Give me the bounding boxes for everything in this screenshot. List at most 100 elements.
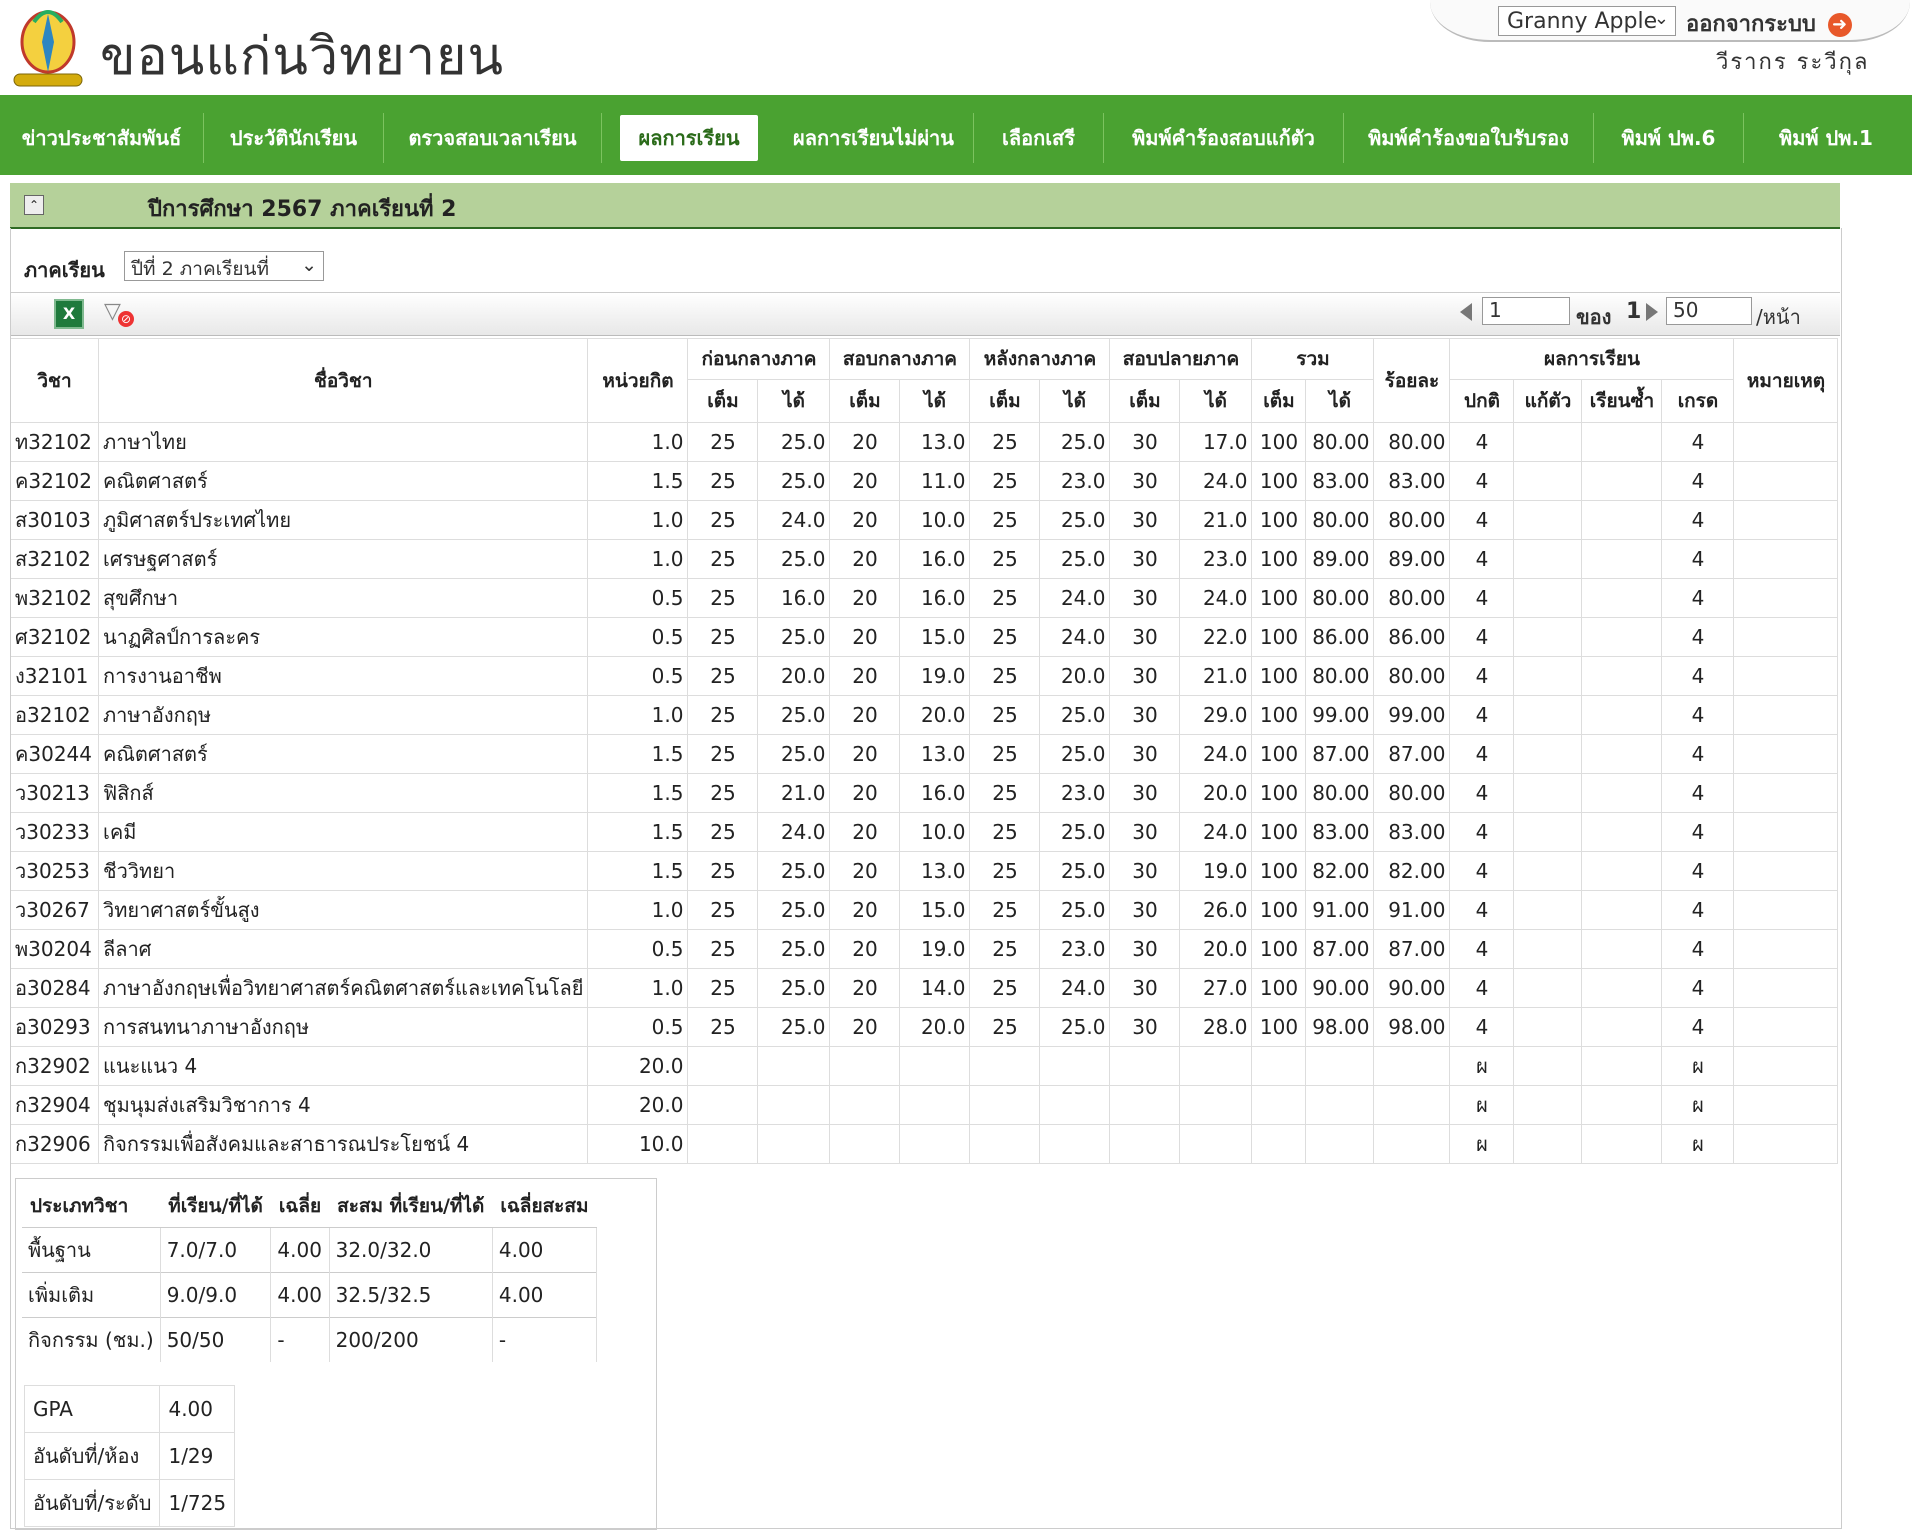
- table-cell: 25.0: [757, 1007, 831, 1047]
- nav-item-grades[interactable]: ผลการเรียน: [620, 115, 758, 161]
- main-nav: ข่าวประชาสัมพันธ์ ประวัตินักเรียน ตรวจสอ…: [0, 95, 1912, 175]
- nav-item-profile[interactable]: ประวัตินักเรียน: [204, 113, 384, 163]
- table-cell: 25: [969, 578, 1041, 618]
- page-input[interactable]: 1: [1482, 297, 1570, 325]
- table-row: ว30213 ฟิสิกส์ 1.5 25 21.0 20 16.0 25 23.0 30 20.0…: [10, 773, 1839, 813]
- table-cell: ภาษาไทย: [97, 422, 589, 462]
- col-full: เต็ม: [829, 379, 901, 423]
- excel-export-icon[interactable]: X: [54, 299, 84, 329]
- logout-button[interactable]: ออกจากระบบ ➜: [1686, 6, 1852, 41]
- table-cell: อ32102: [10, 695, 99, 735]
- collapse-icon[interactable]: ⌃: [24, 195, 44, 215]
- table-cell: 100: [1251, 422, 1307, 462]
- table-cell: 23.0: [1039, 929, 1111, 969]
- nav-item-print-certificate[interactable]: พิมพ์คำร้องขอใบรับรอง: [1344, 113, 1594, 163]
- table-cell: 25: [687, 1007, 759, 1047]
- table-cell: [1733, 1085, 1839, 1125]
- table-cell: 24.0: [1039, 617, 1111, 657]
- table-cell: 25: [969, 968, 1041, 1008]
- table-cell: [1581, 1007, 1663, 1047]
- table-cell: [1733, 734, 1839, 774]
- nav-item-print-pp1[interactable]: พิมพ์ ปพ.1: [1744, 113, 1908, 163]
- table-cell: 4: [1661, 422, 1735, 462]
- table-cell: [1733, 968, 1839, 1008]
- table-cell: 25.0: [757, 734, 831, 774]
- table-cell: [1581, 734, 1663, 774]
- table-cell: ค30244: [10, 734, 99, 774]
- col-percent: ร้อยละ: [1373, 338, 1451, 423]
- table-cell: [1039, 1085, 1111, 1125]
- col-mid: สอบกลางภาค: [829, 338, 971, 380]
- nav-item-electives[interactable]: เลือกเสรี: [974, 113, 1104, 163]
- table-cell: 99.00: [1373, 695, 1451, 735]
- page-size-input[interactable]: 50: [1666, 297, 1752, 325]
- table-cell: 90.00: [1305, 968, 1375, 1008]
- table-cell: ผ: [1449, 1046, 1515, 1086]
- table-cell: 1.0: [587, 539, 689, 579]
- table-cell: 30: [1109, 929, 1181, 969]
- table-cell: [687, 1085, 759, 1125]
- table-cell: [1179, 1046, 1253, 1086]
- gpa-table: GPA 4.00 อันดับที่/ห้อง 1/29 อันดับที่/ระดับ…: [23, 1385, 236, 1527]
- table-cell: [1513, 773, 1583, 813]
- nav-item-failed[interactable]: ผลการเรียนไม่ผ่าน: [774, 113, 974, 163]
- table-cell: 25.0: [757, 695, 831, 735]
- table-cell: 25.0: [757, 851, 831, 891]
- user-select[interactable]: Granny Apple ⌄: [1498, 6, 1676, 36]
- table-cell: 20: [829, 461, 901, 501]
- table-cell: 100: [1251, 695, 1307, 735]
- nav-item-attendance[interactable]: ตรวจสอบเวลาเรียน: [384, 113, 602, 163]
- table-cell: [1581, 812, 1663, 852]
- table-cell: 30: [1109, 656, 1181, 696]
- table-cell: 4: [1661, 695, 1735, 735]
- table-cell: [1733, 1046, 1839, 1086]
- table-cell: [1733, 890, 1839, 930]
- table-cell: [1733, 422, 1839, 462]
- page-size-unit: /หน้า: [1756, 305, 1801, 329]
- table-cell: ภาษาอังกฤษเพื่อวิทยาศาสตร์คณิตศาสตร์และเ…: [97, 968, 589, 1008]
- table-cell: 25: [687, 461, 759, 501]
- table-cell: 20: [829, 890, 901, 930]
- table-cell: 80.00: [1305, 500, 1375, 540]
- table-cell: 100: [1251, 656, 1307, 696]
- table-cell: 4: [1449, 812, 1515, 852]
- table-cell: เคมี: [97, 812, 589, 852]
- table-cell: 20: [829, 422, 901, 462]
- table-cell: 27.0: [1179, 968, 1253, 1008]
- table-cell: [1733, 695, 1839, 735]
- clear-filter-icon[interactable]: ▽ ⊘: [104, 299, 134, 329]
- term-select[interactable]: ปีที่ 2 ภาคเรียนที่ ⌄: [124, 251, 324, 281]
- table-cell: [969, 1085, 1041, 1125]
- table-cell: 98.00: [1373, 1007, 1451, 1047]
- nav-item-print-pp6[interactable]: พิมพ์ ปพ.6: [1594, 113, 1744, 163]
- nav-item-print-remedial[interactable]: พิมพ์คำร้องสอบแก้ตัว: [1104, 113, 1344, 163]
- table-cell: 15.0: [899, 890, 971, 930]
- summary-col-cum-credits: สะสม ที่เรียน/ที่ได้: [329, 1185, 493, 1228]
- table-cell: [757, 1085, 831, 1125]
- table-cell: ผ: [1449, 1124, 1515, 1164]
- summary-body: พื้นฐาน 7.0/7.0 4.00 32.0/32.0 4.00 เพิ่มเติม…: [22, 1227, 598, 1362]
- table-cell: คณิตศาสตร์: [97, 734, 589, 774]
- table-cell: ค32102: [10, 461, 99, 501]
- nav-item-news[interactable]: ข่าวประชาสัมพันธ์: [0, 113, 204, 163]
- summary-cell: -: [492, 1317, 598, 1362]
- table-cell: 19.0: [899, 929, 971, 969]
- summary-cell: 4.00: [270, 1227, 330, 1273]
- table-row: อ30293 การสนทนาภาษาอังกฤษ 0.5 25 25.0 20 20.0 2…: [10, 1007, 1839, 1047]
- table-cell: 25: [969, 500, 1041, 540]
- table-cell: 25: [687, 968, 759, 1008]
- table-cell: [1251, 1085, 1307, 1125]
- table-cell: 87.00: [1305, 929, 1375, 969]
- table-cell: 1.5: [587, 812, 689, 852]
- table-cell: 91.00: [1373, 890, 1451, 930]
- next-page-icon[interactable]: [1646, 303, 1658, 321]
- prev-page-icon[interactable]: [1460, 303, 1472, 321]
- table-cell: ผ: [1661, 1046, 1735, 1086]
- table-cell: 4: [1449, 461, 1515, 501]
- table-cell: 4: [1661, 500, 1735, 540]
- table-cell: 100: [1251, 500, 1307, 540]
- table-cell: [1581, 1046, 1663, 1086]
- site-title: ขอนแก่นวิทยายน: [100, 27, 505, 87]
- table-cell: 86.00: [1373, 617, 1451, 657]
- table-cell: [1733, 500, 1839, 540]
